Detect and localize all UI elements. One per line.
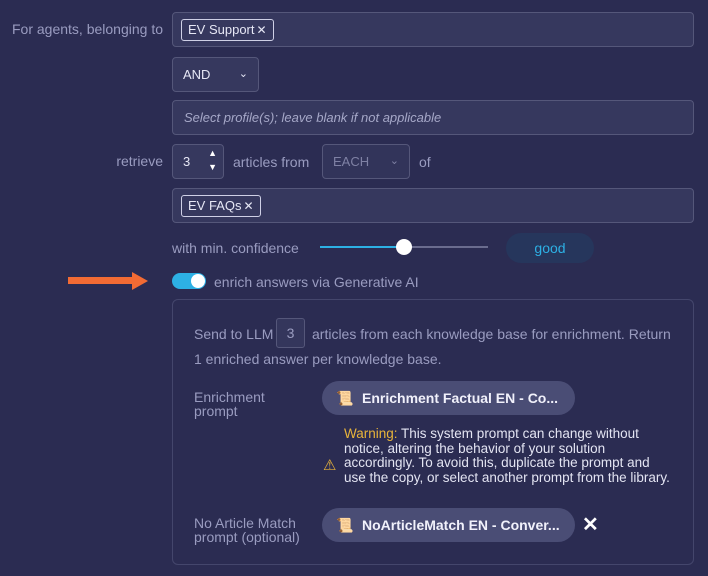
- enrich-toggle[interactable]: [172, 273, 206, 289]
- send-prefix: Send to LLM: [194, 326, 274, 342]
- enrichment-prompt-select[interactable]: 📜 Enrichment Factual EN - Co...: [322, 381, 575, 415]
- count-stepper[interactable]: 3 ▲ ▼: [172, 144, 224, 179]
- chip-label: EV FAQs: [188, 198, 242, 213]
- operator-select[interactable]: AND ⌄: [172, 57, 259, 92]
- enrichment-prompt-label: Enrichment prompt: [194, 389, 265, 419]
- kb-chip: EV FAQs ✕: [181, 195, 261, 217]
- arrow-icon: [68, 277, 136, 284]
- scope-value: EACH: [333, 154, 370, 169]
- slider-fill: [320, 246, 404, 248]
- retrieve-label: retrieve: [116, 153, 163, 169]
- of-text: of: [419, 154, 431, 170]
- slider-handle[interactable]: [396, 239, 412, 255]
- send-line2: 1 enriched answer per knowledge base.: [194, 351, 442, 367]
- agents-input[interactable]: EV Support ✕: [172, 12, 694, 47]
- confidence-label: with min. confidence: [172, 240, 299, 256]
- noarticle-prompt-value: NoArticleMatch EN - Conver...: [362, 517, 560, 533]
- toggle-knob: [191, 274, 205, 288]
- chevron-down-icon: ⌄: [238, 68, 248, 80]
- agent-chip: EV Support ✕: [181, 19, 274, 41]
- enrich-label: enrich answers via Generative AI: [214, 274, 419, 290]
- articles-from-text: articles from: [233, 154, 310, 170]
- profiles-input[interactable]: Select profile(s); leave blank if not ap…: [172, 100, 694, 135]
- scroll-document-icon: 📜: [336, 390, 354, 406]
- noarticle-prompt-select[interactable]: 📜 NoArticleMatch EN - Conver...: [322, 508, 575, 542]
- chevron-down-icon: ⌄: [389, 155, 399, 167]
- remove-chip-icon[interactable]: ✕: [257, 23, 267, 37]
- agents-label: For agents, belonging to: [12, 21, 163, 37]
- stepper-arrows-icon[interactable]: ▲ ▼: [208, 146, 217, 174]
- clear-prompt-icon[interactable]: ✕: [582, 512, 599, 537]
- warning-icon: ⚠: [323, 457, 337, 474]
- operator-value: AND: [183, 67, 211, 82]
- count-value: 3: [183, 154, 191, 169]
- confidence-slider[interactable]: [320, 239, 488, 255]
- warning-label: Warning:: [344, 426, 398, 441]
- scroll-document-icon: 📜: [336, 517, 354, 533]
- scope-select[interactable]: EACH ⌄: [322, 144, 410, 179]
- warning-message: Warning: This system prompt can change w…: [344, 426, 674, 485]
- send-count-input[interactable]: 3: [276, 318, 305, 348]
- remove-chip-icon[interactable]: ✕: [243, 199, 253, 213]
- enrichment-prompt-value: Enrichment Factual EN - Co...: [362, 390, 559, 406]
- noarticle-prompt-label: No Article Match prompt (optional): [194, 515, 300, 545]
- confidence-level-badge: good: [506, 233, 594, 263]
- chip-label: EV Support: [188, 22, 255, 37]
- arrow-head-icon: [132, 272, 148, 290]
- send-suffix: articles from each knowledge base for en…: [312, 326, 671, 342]
- profiles-placeholder: Select profile(s); leave blank if not ap…: [184, 110, 442, 125]
- knowledge-base-input[interactable]: EV FAQs ✕: [172, 188, 694, 223]
